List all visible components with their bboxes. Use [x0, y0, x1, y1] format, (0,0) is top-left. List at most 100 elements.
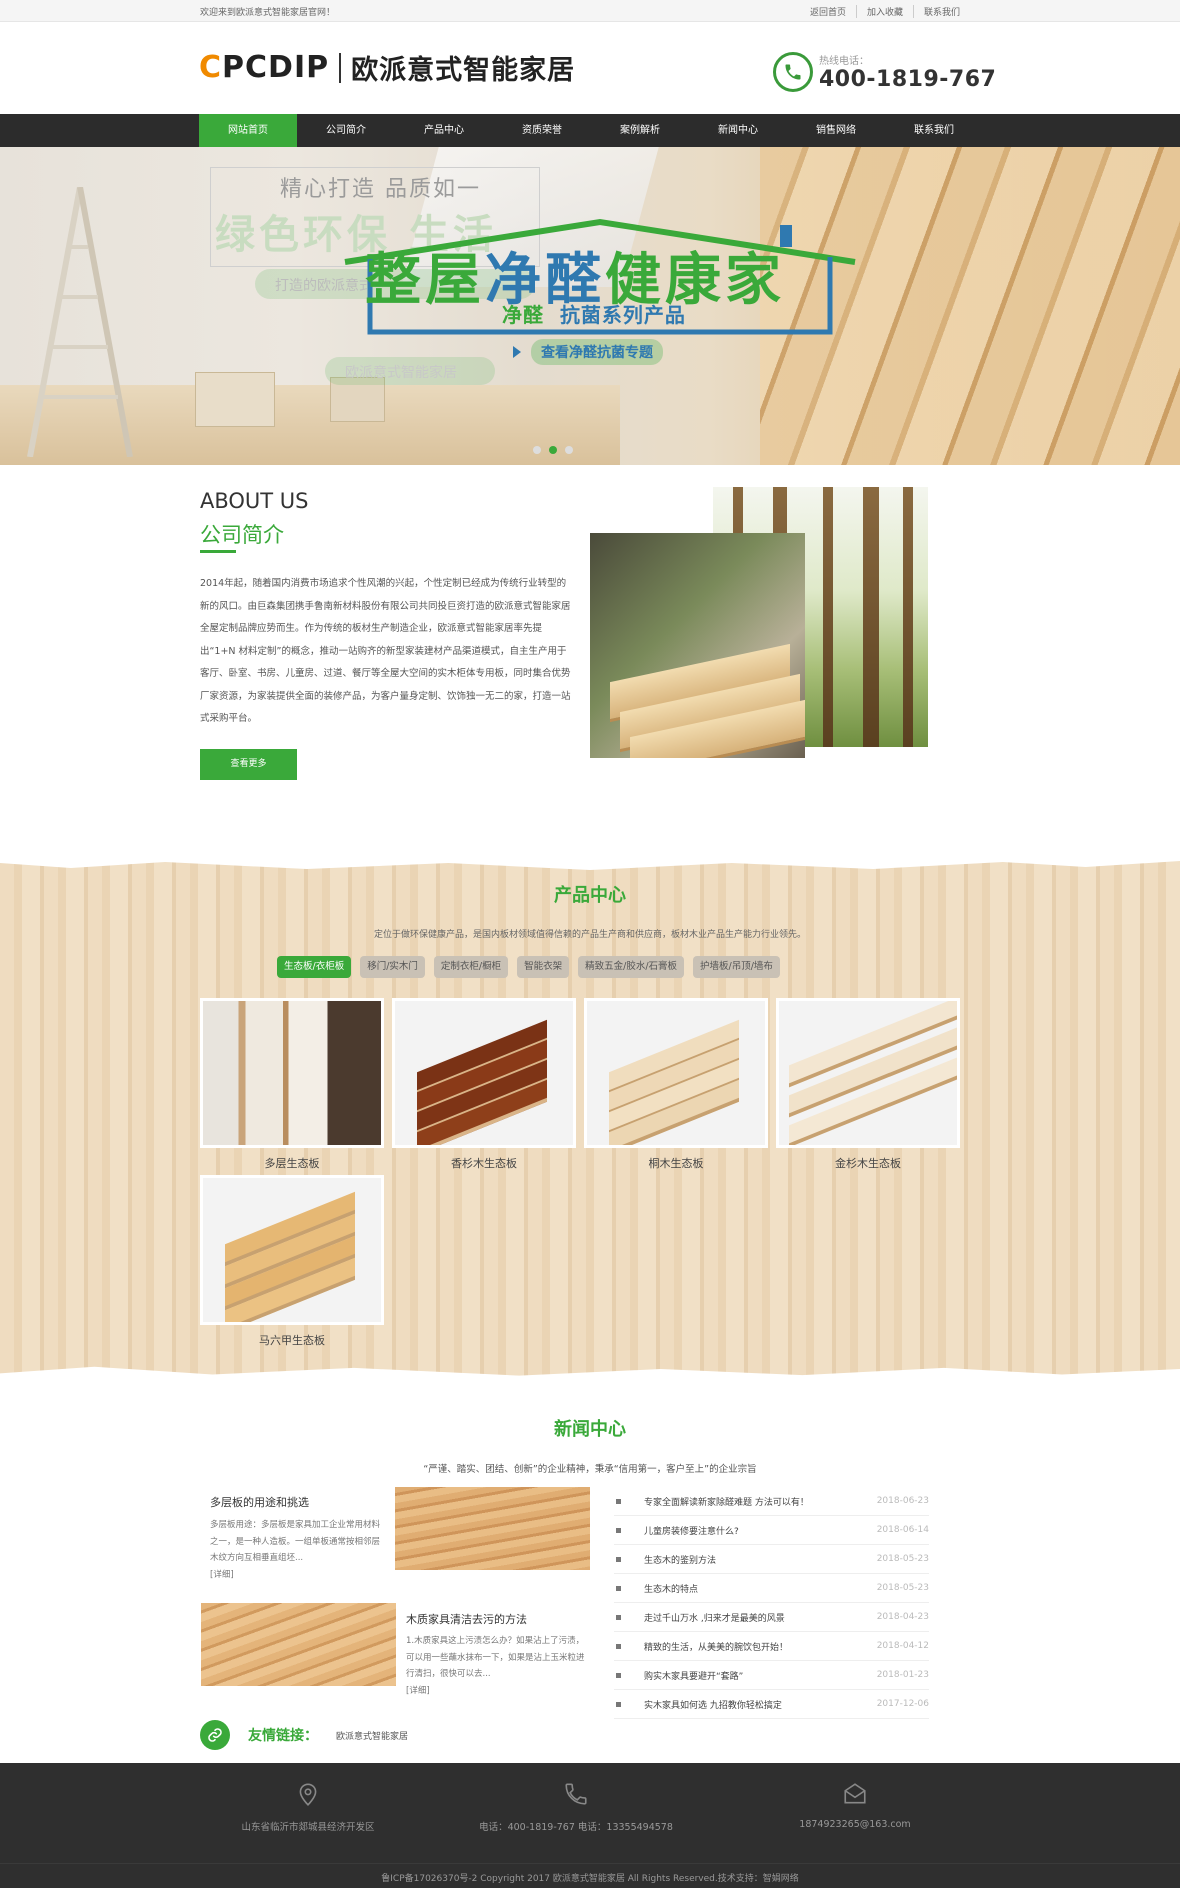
about-text: 2014年起，随着国内消费市场追求个性风潮的兴起，个性定制已经成为传统行业转型的…	[200, 578, 571, 724]
product-image	[392, 998, 576, 1148]
read-more-link[interactable]: [详细]	[210, 1570, 234, 1580]
product-image	[200, 1175, 384, 1325]
hotline-number: 400-1819-767	[819, 67, 997, 92]
product-image	[776, 998, 960, 1148]
featured-article-title[interactable]: 多层板的用途和挑选	[210, 1494, 309, 1510]
main-nav: 网站首页 公司简介 产品中心 资质荣誉 案例解析 新闻中心 销售网络 联系我们	[0, 114, 1180, 147]
product-card[interactable]: 桐木生态板	[584, 998, 768, 1171]
product-name: 多层生态板	[264, 1157, 320, 1170]
featured-article-image[interactable]	[395, 1487, 590, 1570]
nav-products[interactable]: 产品中心	[395, 114, 493, 147]
header: CPCDIP 欧派意式智能家居 热线电话： 400-1819-767	[0, 22, 1180, 114]
product-image	[584, 998, 768, 1148]
news-item[interactable]: 生态木的鉴别方法 2018-05-23	[614, 1545, 929, 1574]
ladder-illustration	[27, 187, 133, 457]
tab-hardware[interactable]: 精致五金/胶水/石膏板	[578, 956, 685, 978]
banner-cta: 查看净醛抗菌专题	[513, 339, 663, 365]
tab-wardrobe[interactable]: 定制衣柜/橱柜	[433, 956, 509, 978]
product-image	[200, 998, 384, 1148]
news-item[interactable]: 购实木家具要避开“套路” 2018-01-23	[614, 1661, 929, 1690]
nav-sales-network[interactable]: 销售网络	[787, 114, 885, 147]
news-item[interactable]: 实木家具如何选 九招教你轻松搞定 2017-12-06	[614, 1690, 929, 1719]
torn-edge	[0, 855, 1180, 870]
product-name: 桐木生态板	[648, 1157, 704, 1170]
copyright: 鲁ICP备17026370号-2 Copyright 2017 欧派意式智能家居…	[0, 1863, 1180, 1884]
top-link-home[interactable]: 返回首页	[800, 5, 856, 18]
product-name: 金杉木生态板	[835, 1157, 901, 1170]
about-more-button[interactable]: 查看更多	[200, 749, 297, 780]
carousel-dot[interactable]	[533, 446, 541, 454]
news-item[interactable]: 生态木的特点 2018-05-23	[614, 1574, 929, 1603]
logo-mark: CPCDIP	[199, 50, 330, 85]
friend-link[interactable]: 欧派意式智能家居	[336, 1729, 408, 1742]
site-logo[interactable]: CPCDIP 欧派意式智能家居	[199, 48, 575, 87]
news-title: 新闻中心	[554, 1419, 626, 1440]
friend-links-label: 友情链接：	[248, 1728, 318, 1744]
products-description: 定位于做环保健康产品，是国内板材领域值得信赖的产品生产商和供应商，板材木业产品生…	[373, 930, 806, 940]
footer-phone: 电话：400-1819-767 电话：13355494578	[456, 1781, 696, 1833]
carousel-dot-active[interactable]	[549, 446, 557, 454]
banner-faded-button: 欧派意式智能家居	[325, 357, 495, 385]
logo-divider	[339, 52, 342, 83]
logo-chinese-name: 欧派意式智能家居	[351, 55, 576, 86]
nav-cases[interactable]: 案例解析	[591, 114, 689, 147]
product-name: 马六甲生态板	[259, 1334, 325, 1347]
banner-faded-slogan: 精心打造 品质如一	[280, 177, 481, 202]
nav-contact[interactable]: 联系我们	[885, 114, 983, 147]
carousel-dot[interactable]	[565, 446, 573, 454]
read-more-link[interactable]: [详细]	[406, 1686, 430, 1696]
news-item[interactable]: 专家全面解读新家除醛难题 方法可以有！ 2018-06-23	[614, 1487, 929, 1516]
top-link-contact[interactable]: 联系我们	[912, 5, 970, 18]
news-item[interactable]: 走过千山万水 ,归来才是最美的风景 2018-04-23	[614, 1603, 929, 1632]
product-card[interactable]: 多层生态板	[200, 998, 384, 1171]
about-title-en: ABOUT US	[200, 489, 309, 513]
title-underline	[200, 550, 236, 553]
cardboard-box	[195, 372, 275, 427]
products-title: 产品中心	[554, 885, 626, 906]
link-icon	[200, 1720, 230, 1750]
top-link-favorite[interactable]: 加入收藏	[855, 5, 913, 18]
banner-cta-button[interactable]: 查看净醛抗菌专题	[531, 339, 663, 365]
hotline: 热线电话： 400-1819-767	[773, 52, 996, 92]
product-card[interactable]: 马六甲生态板	[200, 1175, 384, 1348]
hotline-label: 热线电话：	[819, 56, 869, 67]
hero-banner[interactable]: 精心打造 品质如一 绿色环保 生活 打造的欧派意式 欧派意式智能家居 整屋净醛健…	[0, 147, 1180, 465]
nav-news[interactable]: 新闻中心	[689, 114, 787, 147]
phone-icon	[563, 1781, 589, 1807]
play-arrow-icon	[513, 346, 521, 358]
footer-email: 1874923265@163.com	[735, 1781, 975, 1830]
about-title-cn: 公司简介	[200, 523, 284, 547]
featured-article-image[interactable]	[201, 1603, 396, 1686]
tab-doors[interactable]: 移门/实木门	[360, 956, 425, 978]
about-section: ABOUT US 公司简介 2014年起，随着国内消费市场追求个性风潮的兴起，个…	[0, 465, 1180, 855]
product-card[interactable]: 香杉木生态板	[392, 998, 576, 1171]
carousel-dots	[533, 446, 573, 454]
tab-eco-board[interactable]: 生态板/衣柜板	[277, 956, 352, 978]
top-bar: 欢迎来到欧派意式智能家居官网！ 返回首页 加入收藏 联系我们	[0, 0, 1180, 22]
welcome-text: 欢迎来到欧派意式智能家居官网！	[200, 8, 336, 18]
banner-subtitle: 净醛 抗菌系列产品	[502, 303, 686, 327]
product-tabs: 生态板/衣柜板 移门/实木门 定制衣柜/橱柜 智能衣架 精致五金/胶水/石膏板 …	[277, 956, 780, 978]
location-icon	[295, 1781, 321, 1807]
news-description: “严谨、踏实、团结、创新”的企业精神，秉承“信用第一，客户至上”的企业宗旨	[423, 1464, 757, 1475]
news-item[interactable]: 精致的生活，从美美的腕饮包开始！ 2018-04-12	[614, 1632, 929, 1661]
footer: 山东省临沂市郯城县经济开发区 电话：400-1819-767 电话：133554…	[0, 1763, 1180, 1888]
news-list: 专家全面解读新家除醛难题 方法可以有！ 2018-06-23 儿童房装修要注意什么…	[614, 1487, 929, 1719]
tab-wall-panel[interactable]: 护墙板/吊顶/墙布	[693, 956, 780, 978]
nav-honors[interactable]: 资质荣誉	[493, 114, 591, 147]
product-name: 香杉木生态板	[451, 1157, 517, 1170]
top-links: 返回首页 加入收藏 联系我们	[800, 5, 970, 18]
featured-article-summary: 多层板用途：多层板是家具加工企业常用材料之一，是一种人造板。一组单板通常按相邻层…	[210, 1520, 381, 1580]
footer-address: 山东省临沂市郯城县经济开发区	[188, 1781, 428, 1833]
wood-board-image	[590, 533, 805, 758]
product-card[interactable]: 金杉木生态板	[776, 998, 960, 1171]
nav-about[interactable]: 公司简介	[297, 114, 395, 147]
nav-home[interactable]: 网站首页	[199, 114, 297, 147]
email-icon	[842, 1781, 868, 1807]
featured-article-summary: 1.木质家具这上污渍怎么办？如果沾上了污渍，可以用一些蘸水抹布一下，如果是沾上玉…	[406, 1636, 585, 1696]
tab-smart-hanger[interactable]: 智能衣架	[517, 956, 570, 978]
news-item[interactable]: 儿童房装修要注意什么? 2018-06-14	[614, 1516, 929, 1545]
products-section: 产品中心 定位于做环保健康产品，是国内板材领域值得信赖的产品生产商和供应商，板材…	[0, 855, 1180, 1380]
featured-article-title[interactable]: 木质家具清洁去污的方法	[406, 1611, 527, 1627]
torn-edge	[0, 1366, 1180, 1380]
